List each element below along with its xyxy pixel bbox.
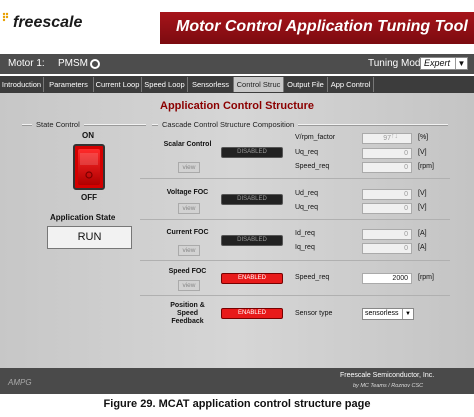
power-symbol-icon: [80, 153, 98, 179]
motor-label: Motor 1:: [8, 58, 45, 69]
tab-control-struc[interactable]: Control Struc: [234, 77, 284, 92]
param-unit: [V]: [418, 149, 427, 156]
param-label: Uq_req: [295, 149, 318, 156]
divider: [298, 124, 448, 126]
param-unit: [A]: [418, 230, 427, 237]
param-label: V/rpm_factor: [295, 134, 336, 141]
tab-app-control[interactable]: App Control: [328, 77, 374, 92]
param-unit: [%]: [418, 134, 429, 141]
current-view-button[interactable]: view: [178, 245, 200, 256]
feedback-label-line1: Position &: [170, 302, 205, 309]
speed-foc-toggle[interactable]: ENABLED: [221, 273, 283, 284]
freescale-logo-icon: [2, 12, 9, 22]
tab-output-file[interactable]: Output File: [284, 77, 328, 92]
power-switch-icon[interactable]: [78, 149, 100, 185]
footer-company: Freescale Semiconductor, Inc.: [340, 372, 435, 379]
current-foc-toggle[interactable]: DISABLED: [221, 235, 283, 246]
current-id-req-input[interactable]: 0: [362, 229, 412, 240]
voltage-uq-req-input[interactable]: 0: [362, 203, 412, 214]
current-iq-req-input[interactable]: 0: [362, 243, 412, 254]
divider: [84, 124, 146, 126]
voltage-foc-toggle[interactable]: DISABLED: [221, 194, 283, 205]
tab-sensorless[interactable]: Sensorless: [188, 77, 234, 92]
feedback-toggle[interactable]: ENABLED: [221, 308, 283, 319]
scalar-control-toggle[interactable]: DISABLED: [221, 147, 283, 158]
voltage-foc-label: Voltage FOC: [166, 189, 209, 196]
divider: [152, 124, 158, 126]
logo-text: freescale: [13, 14, 83, 31]
param-unit: [rpm]: [418, 274, 434, 281]
tab-parameters[interactable]: Parameters: [44, 77, 94, 92]
motor-type: PMSM: [58, 58, 88, 69]
footer-credits: by MC Teams / Roznov CSC: [353, 383, 424, 389]
tuning-mode-select[interactable]: Expert ▼: [420, 57, 468, 70]
param-unit: [rpm]: [418, 163, 434, 170]
chevron-down-icon: ▼: [455, 58, 467, 69]
app-title: Motor Control Application Tuning Tool: [176, 18, 468, 35]
switch-on-label: ON: [82, 131, 94, 140]
scalar-control-label: Scalar Control: [163, 141, 212, 148]
switch-off-label: OFF: [81, 193, 97, 202]
speed-foc-label: Speed FOC: [168, 268, 207, 275]
sensor-type-select[interactable]: sensorless ▼: [362, 308, 414, 320]
param-unit: [V]: [418, 204, 427, 211]
scalar-speed-req-input[interactable]: 0: [362, 162, 412, 173]
param-label: Iq_req: [295, 244, 315, 251]
param-label: Id_req: [295, 230, 315, 237]
figure-caption: Figure 29. MCAT application control stru…: [103, 398, 371, 410]
page-title: Application Control Structure: [160, 100, 314, 112]
sensor-type-value: sensorless: [365, 310, 399, 317]
motor-status-icon: [90, 59, 100, 69]
param-label: Speed_req: [295, 163, 330, 170]
param-unit: [V]: [418, 190, 427, 197]
chevron-down-icon: ▼: [402, 309, 413, 319]
footer-left-text: AMPG: [8, 378, 32, 387]
param-label: Speed_req: [295, 274, 330, 281]
row-separator: [140, 295, 450, 296]
row-separator: [140, 178, 450, 179]
tab-introduction[interactable]: Introduction: [0, 77, 44, 92]
param-unit: [A]: [418, 244, 427, 251]
application-state-label: Application State: [50, 213, 116, 222]
voltage-view-button[interactable]: view: [178, 203, 200, 214]
vrpm-factor-input[interactable]: 97: [362, 133, 412, 144]
row-separator: [140, 219, 450, 220]
scalar-uq-req-input[interactable]: 0: [362, 148, 412, 159]
speed-req-input[interactable]: 2000: [362, 273, 412, 284]
divider: [22, 124, 32, 126]
spinner-arrows-icon[interactable]: ↑↓: [391, 133, 398, 140]
tab-speed-loop[interactable]: Speed Loop: [142, 77, 188, 92]
feedback-label-line2: Speed: [176, 310, 198, 317]
scalar-view-button[interactable]: view: [178, 162, 200, 173]
voltage-ud-req-input[interactable]: 0: [362, 189, 412, 200]
param-label: Uq_req: [295, 204, 318, 211]
cascade-header: Cascade Control Structure Composition: [162, 120, 295, 129]
feedback-label-line3: Feedback: [171, 318, 204, 325]
speed-view-button[interactable]: view: [178, 280, 200, 291]
tuning-mode-value: Expert: [424, 58, 451, 68]
sensor-type-label: Sensor type: [295, 310, 333, 317]
row-separator: [140, 260, 450, 261]
state-control-header: State Control: [36, 120, 80, 129]
current-foc-label: Current FOC: [166, 229, 209, 236]
application-state-value: RUN: [47, 226, 132, 249]
param-label: Ud_req: [295, 190, 318, 197]
tab-current-loop[interactable]: Current Loop: [94, 77, 142, 92]
